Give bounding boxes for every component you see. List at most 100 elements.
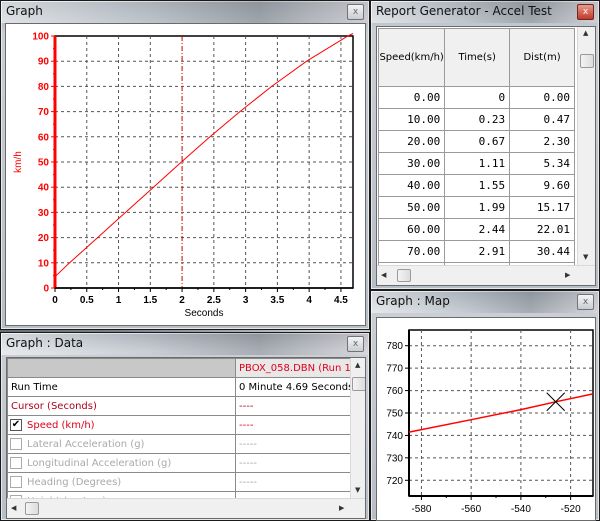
report-row[interactable]: 50.00 1.99 15.17: [377, 196, 575, 219]
speed-chart[interactable]: 0 10 20 30 40 50 60 70 80 90 100 0 0.5 1 1.5 2 2.5 3 3.5 4 4…: [6, 24, 365, 325]
data-vscroll-thumb[interactable]: [352, 377, 365, 391]
dist-cell[interactable]: 30.44: [509, 240, 575, 263]
report-row[interactable]: 70.00 2.91 30.44: [377, 240, 575, 263]
data-row[interactable]: Heading (Degrees) -----: [7, 472, 351, 492]
scroll-down-icon[interactable]: ▼: [355, 486, 360, 494]
channel-checkbox[interactable]: [10, 476, 22, 488]
dist-cell[interactable]: 15.17: [509, 196, 575, 219]
x-tick-label: 3.5: [270, 295, 284, 306]
map-titlebar[interactable]: Graph : Map x: [371, 291, 599, 313]
data-row-value: -----: [235, 434, 351, 454]
y-tick-label: 40: [38, 183, 50, 194]
report-vscroll-thumb[interactable]: [580, 54, 594, 68]
data-row-label: Lateral Acceleration (g): [27, 439, 145, 450]
graph-window: Graph x 0 10 20 30 40 50 60 70 80 90 100 0 0.5 1 1.5 2 2…: [0, 0, 370, 330]
map-y-tick-label: 760: [386, 386, 403, 397]
report-hscroll-thumb[interactable]: [397, 269, 411, 282]
map-y-tick-label: 720: [386, 476, 403, 487]
scroll-up-icon[interactable]: ▲: [583, 29, 588, 37]
data-row-label: Cursor (Seconds): [11, 400, 97, 412]
speed-cell[interactable]: 40.00: [377, 174, 446, 197]
time-cell[interactable]: 1.11: [444, 152, 511, 175]
time-cell[interactable]: 1.55: [444, 174, 511, 197]
channel-checkbox[interactable]: ✔: [10, 419, 22, 431]
time-cell[interactable]: 2.91: [444, 240, 511, 263]
time-cell[interactable]: 2.44: [444, 218, 511, 241]
column-header-dist[interactable]: Dist(m): [509, 28, 575, 87]
report-titlebar[interactable]: Report Generator - Accel Test x: [371, 1, 599, 23]
speed-cell[interactable]: 60.00: [377, 218, 446, 241]
map-y-tick-label: 740: [386, 431, 403, 442]
x-tick-label: 0: [52, 295, 58, 306]
scroll-left-icon[interactable]: ◀: [381, 271, 386, 279]
map-x-tick-label: -580: [411, 504, 431, 515]
map-chart[interactable]: 720 730 740 750 760 770 780 -580 -560 -540 -520: [377, 318, 595, 520]
close-icon: x: [582, 297, 589, 307]
data-row-label: Speed (km/h): [27, 420, 95, 431]
graph-close-button[interactable]: x: [347, 4, 364, 20]
dist-cell[interactable]: 5.34: [509, 152, 575, 175]
map-close-button[interactable]: x: [577, 294, 594, 310]
report-row[interactable]: 60.00 2.44 22.01: [377, 218, 575, 241]
speed-cell[interactable]: 50.00: [377, 196, 446, 219]
time-cell[interactable]: 0.67: [444, 130, 511, 153]
report-row[interactable]: 20.00 0.67 2.30: [377, 130, 575, 153]
close-icon: x: [352, 339, 359, 349]
dist-cell[interactable]: 22.01: [509, 218, 575, 241]
scroll-right-icon[interactable]: ▶: [565, 271, 570, 279]
data-row[interactable]: Lateral Acceleration (g) -----: [7, 434, 351, 454]
scroll-down-icon[interactable]: ▼: [583, 253, 588, 261]
map-y-tick-label: 770: [386, 364, 403, 375]
header-blank: [7, 358, 236, 378]
dist-cell[interactable]: 0.47: [509, 108, 575, 131]
dist-cell[interactable]: 2.30: [509, 130, 575, 153]
data-horizontal-scrollbar[interactable]: ◀ ▶: [7, 498, 365, 518]
data-row-value: ----: [235, 396, 351, 416]
report-row[interactable]: 30.00 1.11 5.34: [377, 152, 575, 175]
time-cell[interactable]: 0: [444, 86, 511, 109]
speed-cell[interactable]: 30.00: [377, 152, 446, 175]
report-row[interactable]: 10.00 0.23 0.47: [377, 108, 575, 131]
report-close-button[interactable]: x: [577, 4, 594, 20]
x-tick-label: 1: [116, 295, 122, 306]
column-header-time[interactable]: Time(s): [444, 28, 511, 87]
speed-cell[interactable]: 70.00: [377, 240, 446, 263]
time-cell[interactable]: 1.99: [444, 196, 511, 219]
graph-titlebar[interactable]: Graph x: [1, 1, 369, 23]
close-icon: x: [352, 7, 359, 17]
speed-cell[interactable]: 0.00: [377, 86, 446, 109]
speed-cell[interactable]: 20.00: [377, 130, 446, 153]
data-row[interactable]: ✔ Speed (km/h) ----: [7, 415, 351, 435]
file-header: PBOX_058.DBN (Run 1): [235, 358, 351, 378]
x-tick-label: 3: [243, 295, 249, 306]
report-window: Report Generator - Accel Test x Speed(km…: [370, 0, 600, 290]
data-titlebar[interactable]: Graph : Data x: [1, 333, 369, 355]
data-close-button[interactable]: x: [347, 336, 364, 352]
data-hscroll-thumb[interactable]: [25, 502, 39, 515]
data-window: Graph : Data x PBOX_058.DBN (Run 1) Run …: [0, 332, 370, 521]
x-tick-label: 2: [179, 295, 185, 306]
time-cell[interactable]: 0.23: [444, 108, 511, 131]
scroll-right-icon[interactable]: ▶: [339, 504, 344, 512]
scroll-left-icon[interactable]: ◀: [11, 504, 16, 512]
data-table-header: PBOX_058.DBN (Run 1): [7, 358, 351, 378]
report-vertical-scrollbar[interactable]: ▲ ▼: [577, 27, 595, 265]
data-client: PBOX_058.DBN (Run 1) Run Time 0 Minute 4.…: [6, 357, 366, 519]
dist-cell[interactable]: 0.00: [509, 86, 575, 109]
y-tick-label: 30: [38, 208, 50, 219]
column-header-speed[interactable]: Speed(km/h): [377, 28, 446, 87]
report-row[interactable]: 0.00 0 0.00: [377, 86, 575, 109]
data-row[interactable]: Cursor (Seconds) ----: [7, 396, 351, 416]
data-row[interactable]: Run Time 0 Minute 4.69 Seconds: [7, 377, 351, 397]
map-window: Graph : Map x 720 730 740 750 760 770 780 -580 -…: [370, 290, 600, 521]
report-row[interactable]: 40.00 1.55 9.60: [377, 174, 575, 197]
dist-cell[interactable]: 9.60: [509, 174, 575, 197]
report-horizontal-scrollbar[interactable]: ◀ ▶: [377, 265, 595, 285]
speed-cell[interactable]: 10.00: [377, 108, 446, 131]
channel-checkbox[interactable]: [10, 438, 22, 450]
data-row[interactable]: Longitudinal Acceleration (g) -----: [7, 453, 351, 473]
channel-checkbox[interactable]: [10, 457, 22, 469]
scroll-up-icon[interactable]: ▲: [355, 361, 360, 369]
map-title: Graph : Map: [376, 294, 450, 308]
data-vertical-scrollbar[interactable]: ▲ ▼: [350, 358, 365, 498]
